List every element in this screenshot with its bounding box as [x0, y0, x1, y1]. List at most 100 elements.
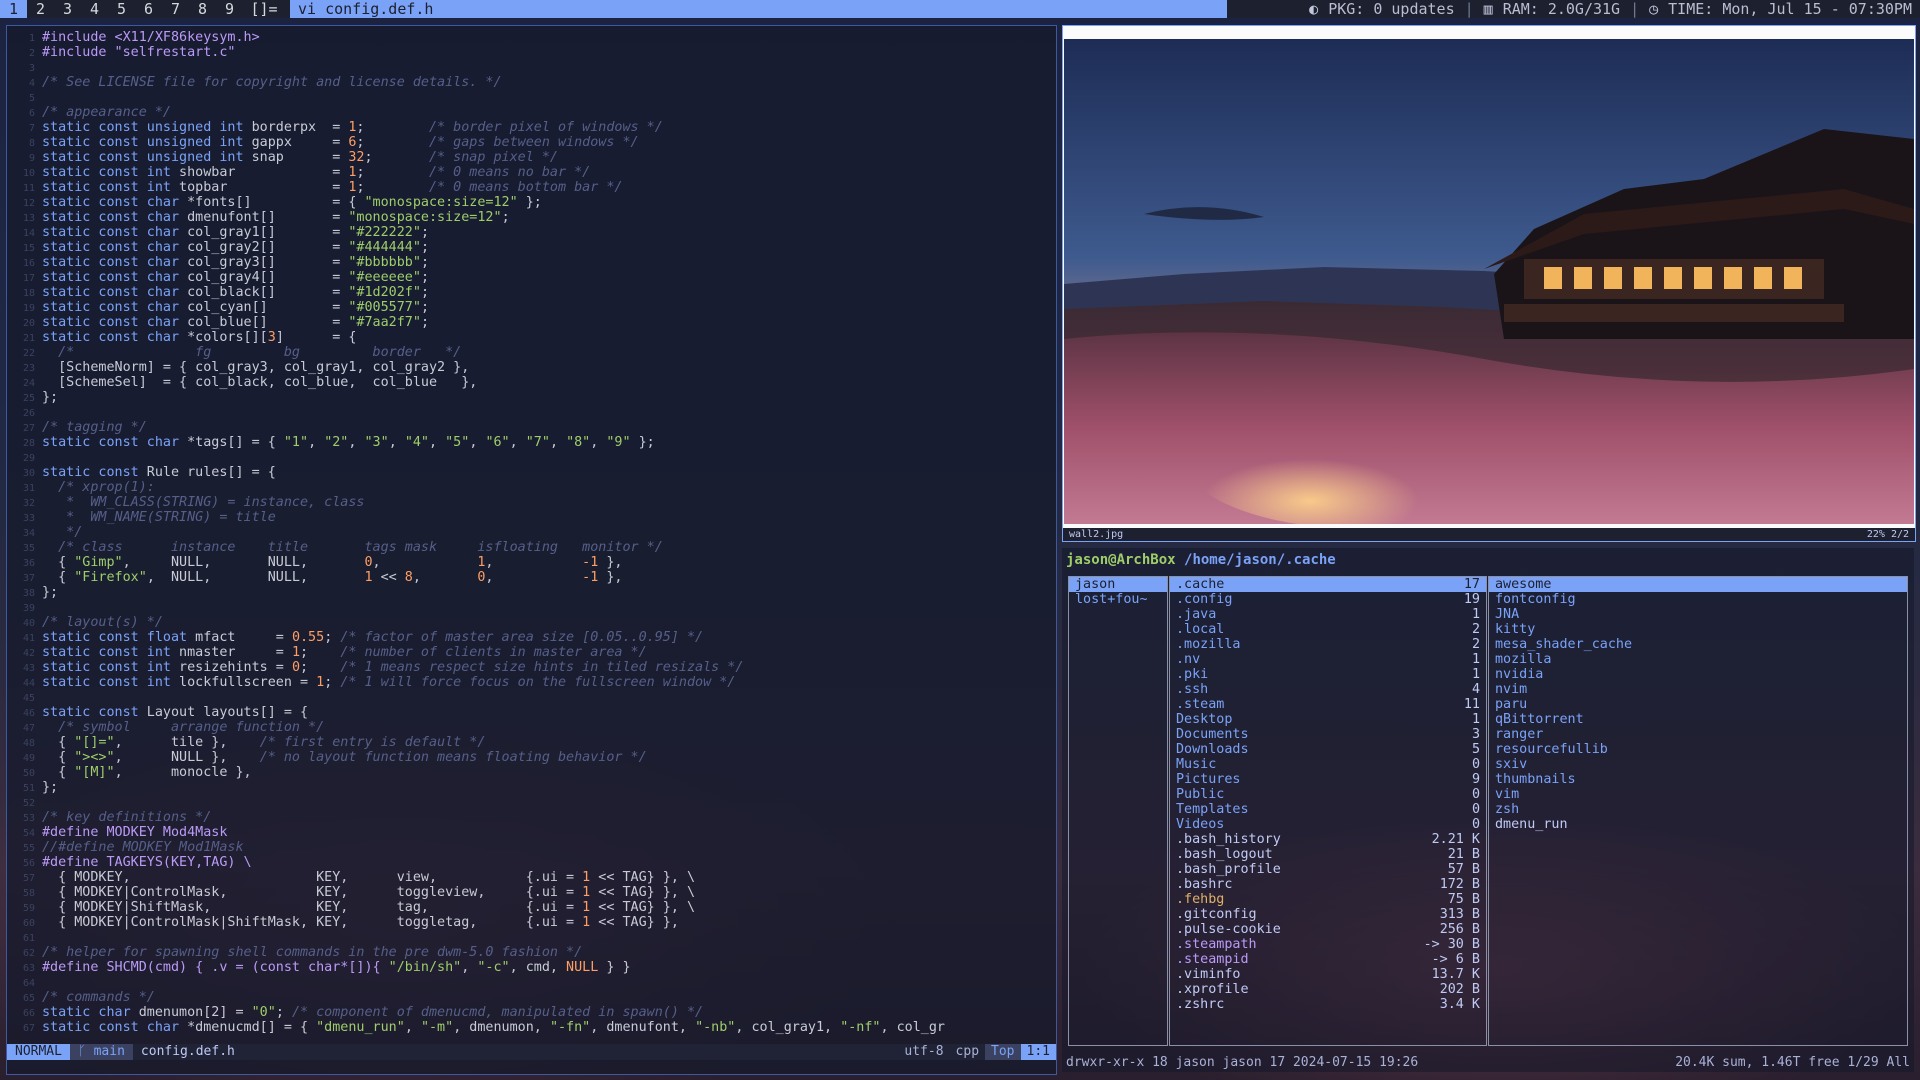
file-entry[interactable]: Public 0: [1170, 787, 1486, 802]
tag-5[interactable]: 5: [108, 0, 135, 18]
code-line[interactable]: 6 /* appearance */: [7, 105, 1056, 120]
code-line[interactable]: 64: [7, 975, 1056, 990]
code-line[interactable]: 60 { MODKEY|ControlMask|ShiftMask, KEY, …: [7, 915, 1056, 930]
editor-window[interactable]: 1 #include <X11/XF86keysym.h> 2 #include "s…: [6, 25, 1057, 1075]
file-entry[interactable]: Documents 3: [1170, 727, 1486, 742]
file-entry[interactable]: zsh: [1489, 802, 1907, 817]
code-line[interactable]: 18 static const char col_black[] = "#1d20…: [7, 285, 1056, 300]
file-entry[interactable]: .bash_logout 21 B: [1170, 847, 1486, 862]
code-line[interactable]: 13 static const char dmenufont[] = "monos…: [7, 210, 1056, 225]
tag-4[interactable]: 4: [81, 0, 108, 18]
code-line[interactable]: 23 [SchemeNorm] = { col_gray3, col_gray1…: [7, 360, 1056, 375]
code-line[interactable]: 28 static const char *tags[] = { "1", "2"…: [7, 435, 1056, 450]
code-line[interactable]: 41 static const float mfact = 0.55; /* fa…: [7, 630, 1056, 645]
code-line[interactable]: 55 //#define MODKEY Mod1Mask: [7, 840, 1056, 855]
code-line[interactable]: 53 /* key definitions */: [7, 810, 1056, 825]
file-entry[interactable]: Videos 0: [1170, 817, 1486, 832]
tag-7[interactable]: 7: [162, 0, 189, 18]
code-line[interactable]: 31 /* xprop(1):: [7, 480, 1056, 495]
code-line[interactable]: 35 /* class instance title tags mask isf…: [7, 540, 1056, 555]
code-line[interactable]: 12 static const char *fonts[] = { "monosp…: [7, 195, 1056, 210]
code-line[interactable]: 11 static const int topbar = 1; /* 0 mean…: [7, 180, 1056, 195]
code-line[interactable]: 7 static const unsigned int borderpx = 1;…: [7, 120, 1056, 135]
code-line[interactable]: 48 { "[]=", tile }, /* first entry is de…: [7, 735, 1056, 750]
code-line[interactable]: 30 static const Rule rules[] = {: [7, 465, 1056, 480]
file-entry[interactable]: nvidia: [1489, 667, 1907, 682]
code-line[interactable]: 45: [7, 690, 1056, 705]
file-entry[interactable]: .bash_profile 57 B: [1170, 862, 1486, 877]
file-entry[interactable]: .bash_history 2.21 K: [1170, 832, 1486, 847]
code-line[interactable]: 15 static const char col_gray2[] = "#4444…: [7, 240, 1056, 255]
code-line[interactable]: 8 static const unsigned int gappx = 6; /*…: [7, 135, 1056, 150]
tag-8[interactable]: 8: [189, 0, 216, 18]
file-entry[interactable]: dmenu_run: [1489, 817, 1907, 832]
code-line[interactable]: 47 /* symbol arrange function */: [7, 720, 1056, 735]
tag-2[interactable]: 2: [27, 0, 54, 18]
code-area[interactable]: 1 #include <X11/XF86keysym.h> 2 #include "s…: [7, 30, 1056, 1035]
code-line[interactable]: 63 #define SHCMD(cmd) { .v = (const char*…: [7, 960, 1056, 975]
parent-column[interactable]: jason lost+fou~: [1068, 576, 1168, 1046]
file-entry[interactable]: .local 2: [1170, 622, 1486, 637]
code-line[interactable]: 19 static const char col_cyan[] = "#00557…: [7, 300, 1056, 315]
image-viewer-window[interactable]: wall2.jpg 22% 2/2: [1062, 25, 1916, 542]
code-line[interactable]: 4 /* See LICENSE file for copyright and l…: [7, 75, 1056, 90]
file-entry[interactable]: ranger: [1489, 727, 1907, 742]
file-entry[interactable]: thumbnails: [1489, 772, 1907, 787]
file-entry[interactable]: lost+fou~: [1069, 592, 1167, 607]
file-entry[interactable]: .pulse-cookie 256 B: [1170, 922, 1486, 937]
code-line[interactable]: 52: [7, 795, 1056, 810]
file-entry[interactable]: .bashrc 172 B: [1170, 877, 1486, 892]
file-entry[interactable]: .nv 1: [1170, 652, 1486, 667]
file-entry[interactable]: .steampath -> 30 B: [1170, 937, 1486, 952]
file-entry[interactable]: qBittorrent: [1489, 712, 1907, 727]
file-entry[interactable]: .steampid -> 6 B: [1170, 952, 1486, 967]
code-line[interactable]: 42 static const int nmaster = 1; /* numbe…: [7, 645, 1056, 660]
code-line[interactable]: 49 { "><>", NULL }, /* no layout functio…: [7, 750, 1056, 765]
code-line[interactable]: 33 * WM_NAME(STRING) = title: [7, 510, 1056, 525]
file-entry[interactable]: Templates 0: [1170, 802, 1486, 817]
file-manager-window[interactable]: jason@ArchBox /home/jason/.cache jason lo…: [1062, 548, 1914, 1072]
code-line[interactable]: 14 static const char col_gray1[] = "#2222…: [7, 225, 1056, 240]
tag-9[interactable]: 9: [216, 0, 243, 18]
file-entry[interactable]: .pki 1: [1170, 667, 1486, 682]
file-entry[interactable]: Desktop 1: [1170, 712, 1486, 727]
tag-6[interactable]: 6: [135, 0, 162, 18]
file-entry[interactable]: Downloads 5: [1170, 742, 1486, 757]
file-entry[interactable]: .fehbg 75 B: [1170, 892, 1486, 907]
code-line[interactable]: 26: [7, 405, 1056, 420]
file-entry[interactable]: kitty: [1489, 622, 1907, 637]
code-line[interactable]: 27 /* tagging */: [7, 420, 1056, 435]
file-entry[interactable]: mozilla: [1489, 652, 1907, 667]
code-line[interactable]: 40 /* layout(s) */: [7, 615, 1056, 630]
code-line[interactable]: 1 #include <X11/XF86keysym.h>: [7, 30, 1056, 45]
file-entry[interactable]: nvim: [1489, 682, 1907, 697]
file-entry[interactable]: .mozilla 2: [1170, 637, 1486, 652]
tag-3[interactable]: 3: [54, 0, 81, 18]
tag-1[interactable]: 1: [0, 0, 27, 18]
code-line[interactable]: 61: [7, 930, 1056, 945]
code-line[interactable]: 22 /* fg bg border */: [7, 345, 1056, 360]
code-line[interactable]: 17 static const char col_gray4[] = "#eeee…: [7, 270, 1056, 285]
code-line[interactable]: 34 */: [7, 525, 1056, 540]
code-line[interactable]: 46 static const Layout layouts[] = {: [7, 705, 1056, 720]
file-entry[interactable]: awesome: [1489, 577, 1907, 592]
code-line[interactable]: 57 { MODKEY, KEY, view, {.ui = 1 << TAG}…: [7, 870, 1056, 885]
code-line[interactable]: 3: [7, 60, 1056, 75]
file-entry[interactable]: paru: [1489, 697, 1907, 712]
code-line[interactable]: 62 /* helper for spawning shell commands …: [7, 945, 1056, 960]
file-entry[interactable]: .xprofile 202 B: [1170, 982, 1486, 997]
code-line[interactable]: 5: [7, 90, 1056, 105]
code-line[interactable]: 32 * WM_CLASS(STRING) = instance, class: [7, 495, 1056, 510]
file-entry[interactable]: .ssh 4: [1170, 682, 1486, 697]
file-entry[interactable]: mesa_shader_cache: [1489, 637, 1907, 652]
file-entry[interactable]: .viminfo 13.7 K: [1170, 967, 1486, 982]
file-entry[interactable]: vim: [1489, 787, 1907, 802]
file-entry[interactable]: fontconfig: [1489, 592, 1907, 607]
file-entry[interactable]: .steam 11: [1170, 697, 1486, 712]
code-line[interactable]: 36 { "Gimp", NULL, NULL, 0, 1, -1 },: [7, 555, 1056, 570]
code-line[interactable]: 66 static char dmenumon[2] = "0"; /* comp…: [7, 1005, 1056, 1020]
file-entry[interactable]: .zshrc 3.4 K: [1170, 997, 1486, 1012]
code-line[interactable]: 16 static const char col_gray3[] = "#bbbb…: [7, 255, 1056, 270]
file-entry[interactable]: .gitconfig 313 B: [1170, 907, 1486, 922]
code-line[interactable]: 56 #define TAGKEYS(KEY,TAG) \: [7, 855, 1056, 870]
